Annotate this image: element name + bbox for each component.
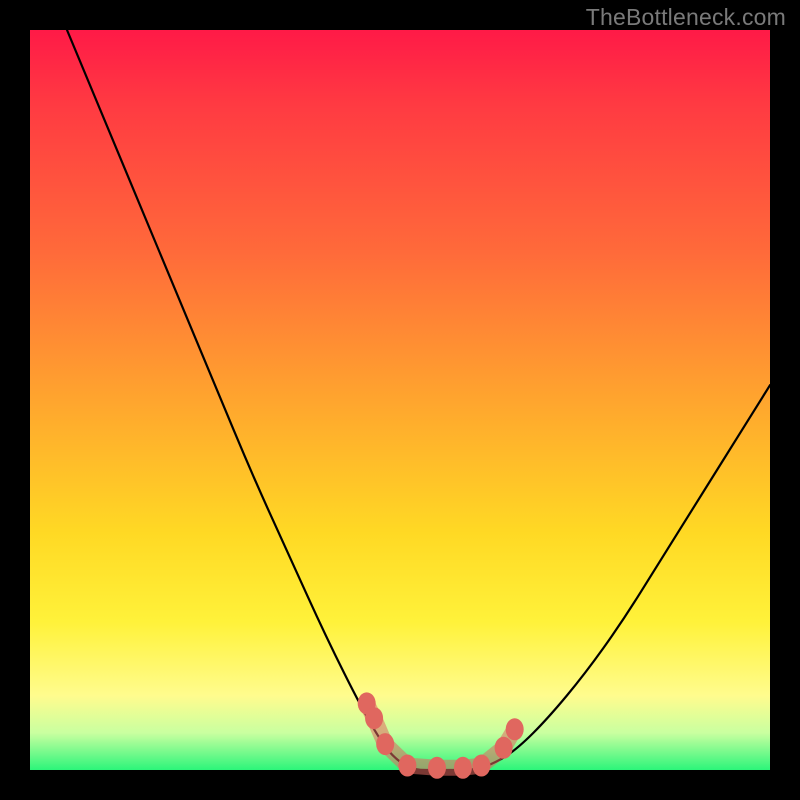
marker-point <box>376 733 394 755</box>
marker-point <box>495 737 513 759</box>
chart-frame: TheBottleneck.com <box>0 0 800 800</box>
marker-point <box>428 757 446 779</box>
marker-point <box>365 707 383 729</box>
bottleneck-curve <box>67 30 770 770</box>
plot-area <box>30 30 770 770</box>
marker-point <box>472 755 490 777</box>
marker-point <box>506 718 524 740</box>
watermark-text: TheBottleneck.com <box>586 4 786 31</box>
highlight-markers <box>358 692 524 778</box>
marker-point <box>398 755 416 777</box>
marker-point <box>454 757 472 779</box>
chart-svg <box>30 30 770 770</box>
